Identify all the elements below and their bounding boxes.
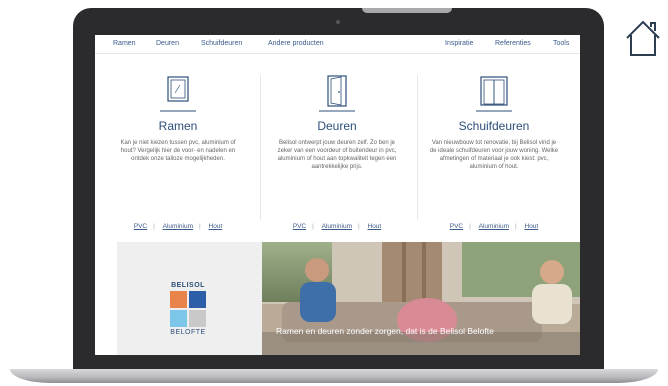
- card-title[interactable]: Ramen: [103, 119, 253, 133]
- separator: |: [198, 223, 201, 230]
- laptop-frame: Ramen Deuren Schuifdeuren Andere product…: [73, 8, 604, 376]
- product-card-deuren: Deuren Belisol ontwerpt jouw deuren zelf…: [262, 71, 412, 230]
- nav-andere-producten[interactable]: Andere producten: [268, 40, 324, 47]
- belisol-logo[interactable]: BELISOL BELOFTE: [165, 282, 211, 336]
- nav-referenties[interactable]: Referenties: [495, 40, 531, 47]
- nav-tools[interactable]: Tools: [553, 40, 569, 47]
- separator: |: [469, 223, 471, 230]
- nav-schuifdeuren[interactable]: Schuifdeuren: [201, 40, 242, 47]
- sliding-door-icon[interactable]: [472, 71, 516, 115]
- link-aluminium[interactable]: Aluminium: [163, 223, 193, 230]
- link-pvc[interactable]: PVC: [293, 223, 306, 230]
- webcam: [336, 20, 340, 24]
- logo-wordmark: BELISOL: [171, 282, 205, 289]
- product-card-schuifdeuren: Schuifdeuren Van nieuwbouw tot renovatie…: [419, 71, 569, 230]
- hero-photo[interactable]: Ramen en deuren zonder zorgen, dat is de…: [262, 242, 580, 355]
- website-screen: Ramen Deuren Schuifdeuren Andere product…: [95, 35, 580, 355]
- nav-inspiratie[interactable]: Inspiratie: [445, 40, 473, 47]
- material-links: PVC | Aluminium | Hout: [419, 223, 569, 230]
- window-icon[interactable]: [156, 71, 200, 115]
- separator: |: [312, 223, 314, 230]
- card-text: Van nieuwbouw tot renovatie, bij Belisol…: [429, 140, 559, 170]
- home-icon[interactable]: [624, 18, 662, 58]
- material-links: PVC | Aluminium | Hout: [262, 223, 412, 230]
- card-text: Belisol ontwerpt jouw deuren zelf. Zo be…: [277, 140, 397, 170]
- logo-squares: [170, 291, 206, 327]
- living-room-photo: [262, 242, 580, 355]
- link-pvc[interactable]: PVC: [450, 223, 463, 230]
- nav-ramen[interactable]: Ramen: [113, 40, 136, 47]
- hero-caption: Ramen en deuren zonder zorgen, dat is de…: [276, 326, 494, 336]
- link-hout[interactable]: Hout: [209, 223, 223, 230]
- nav-deuren[interactable]: Deuren: [156, 40, 179, 47]
- divider: [417, 75, 418, 220]
- logo-square: [189, 310, 206, 327]
- link-pvc[interactable]: PVC: [134, 223, 147, 230]
- card-title[interactable]: Schuifdeuren: [419, 119, 569, 133]
- laptop-notch: [362, 8, 452, 13]
- product-card-ramen: Ramen Kan je niet kiezen tussen pvc, alu…: [103, 71, 253, 230]
- divider: [260, 75, 261, 220]
- separator: |: [514, 223, 517, 230]
- door-icon[interactable]: [315, 71, 359, 115]
- separator: |: [357, 223, 360, 230]
- brand-panel: BELISOL BELOFTE: [117, 242, 262, 355]
- logo-subtitle: BELOFTE: [170, 329, 206, 336]
- separator: |: [153, 223, 155, 230]
- logo-square: [189, 291, 206, 308]
- link-aluminium[interactable]: Aluminium: [479, 223, 509, 230]
- laptop-base: [10, 369, 658, 383]
- card-title[interactable]: Deuren: [262, 119, 412, 133]
- material-links: PVC | Aluminium | Hout: [103, 223, 253, 230]
- top-navigation: Ramen Deuren Schuifdeuren Andere product…: [95, 35, 580, 54]
- logo-square: [170, 310, 187, 327]
- logo-square: [170, 291, 187, 308]
- link-hout[interactable]: Hout: [525, 223, 539, 230]
- link-hout[interactable]: Hout: [368, 223, 382, 230]
- card-text: Kan je niet kiezen tussen pvc, aluminium…: [120, 140, 236, 162]
- link-aluminium[interactable]: Aluminium: [322, 223, 352, 230]
